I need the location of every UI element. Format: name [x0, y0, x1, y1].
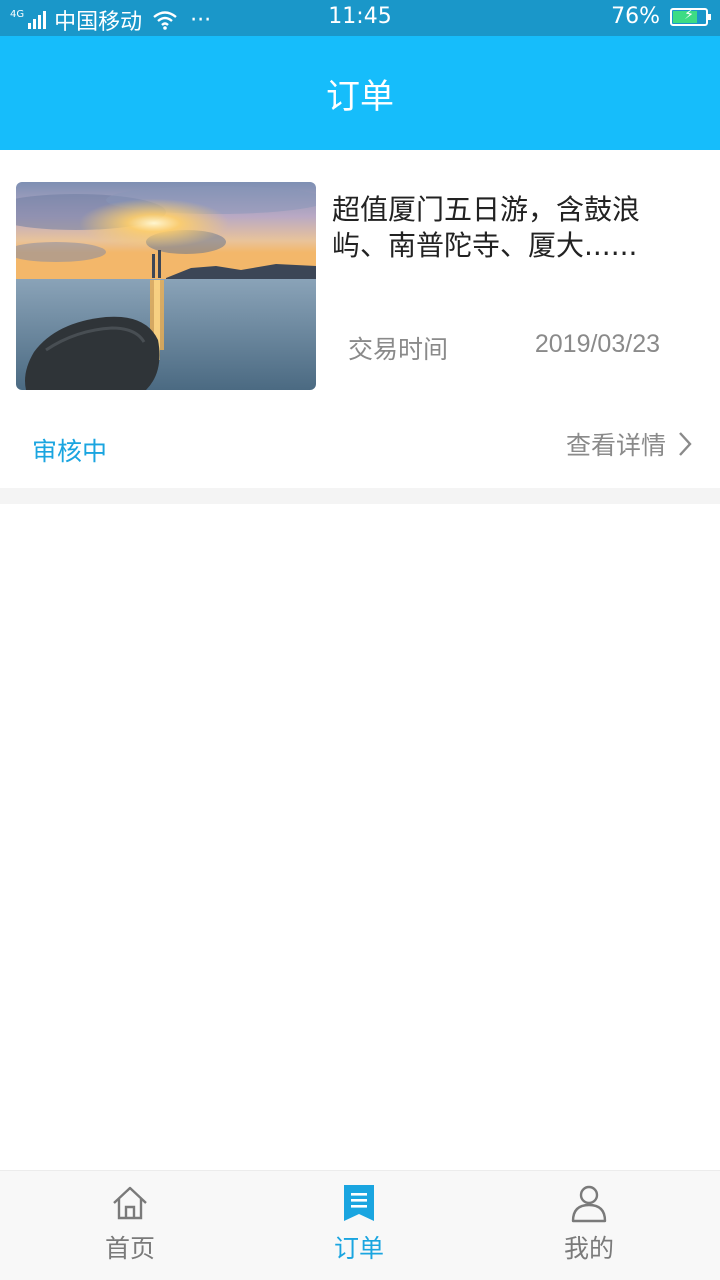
bottom-tab-bar: 首页 订单 我的 [0, 1170, 720, 1280]
sunset-seascape-photo [16, 182, 316, 390]
tab-home-label: 首页 [104, 1234, 155, 1263]
nav-header: 订单 [0, 36, 720, 150]
charging-bolt-icon: ⚡ [684, 6, 694, 23]
section-divider [0, 488, 720, 504]
status-bar: 4G 中国移动 ··· 11:45 76% ⚡ [0, 0, 720, 36]
tab-home[interactable]: 首页 [70, 1183, 190, 1265]
status-bar-right: 76% ⚡ [611, 4, 711, 29]
trade-date: 2019/03/23 [534, 330, 660, 358]
home-icon [113, 1186, 147, 1220]
tab-order-label: 订单 [333, 1234, 384, 1263]
page-title: 订单 [326, 76, 394, 117]
tab-order[interactable]: 订单 [299, 1183, 419, 1265]
trade-time-label: 交易时间 [348, 335, 449, 364]
order-card[interactable]: 超值厦门五日游，含鼓浪屿、南普陀寺、厦大...... 交易时间 2019/03/… [0, 150, 720, 488]
order-status: 审核中 [32, 437, 108, 466]
product-title[interactable]: 超值厦门五日游，含鼓浪屿、南普陀寺、厦大...... [332, 192, 682, 264]
battery-icon: ⚡ [670, 6, 711, 26]
user-icon [571, 1185, 607, 1223]
order-icon [344, 1185, 374, 1221]
tab-mine[interactable]: 我的 [529, 1183, 649, 1265]
view-details-label: 查看详情 [565, 431, 666, 460]
view-details-link[interactable]: 查看详情 [566, 426, 692, 462]
battery-percent: 76% [611, 4, 660, 29]
product-image[interactable] [16, 182, 316, 390]
chevron-right-icon [679, 432, 692, 456]
tab-mine-label: 我的 [563, 1234, 614, 1263]
